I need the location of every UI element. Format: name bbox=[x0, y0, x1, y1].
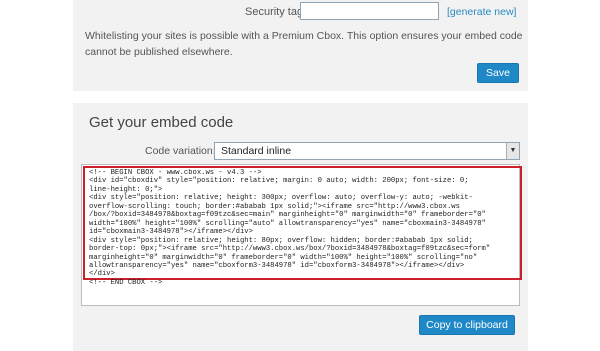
embed-code-text: <!-- BEGIN CBOX - www.cbox.ws - v4.3 -->… bbox=[89, 169, 491, 287]
code-variation-label: Code variation: bbox=[145, 145, 216, 157]
security-tag-label: Security tag: bbox=[245, 6, 307, 18]
whitelist-info-text: Whitelisting your sites is possible with… bbox=[85, 30, 523, 58]
save-button[interactable]: Save bbox=[477, 63, 519, 83]
security-tag-input[interactable] bbox=[300, 2, 439, 20]
chevron-down-icon[interactable]: ▼ bbox=[506, 143, 519, 159]
code-variation-value: Standard inline bbox=[221, 145, 292, 157]
generate-new-link[interactable]: [generate new] bbox=[447, 6, 516, 18]
code-variation-select[interactable]: Standard inline ▼ bbox=[214, 142, 520, 160]
copy-to-clipboard-button[interactable]: Copy to clipboard bbox=[419, 315, 515, 335]
embed-section-title: Get your embed code bbox=[89, 114, 234, 131]
